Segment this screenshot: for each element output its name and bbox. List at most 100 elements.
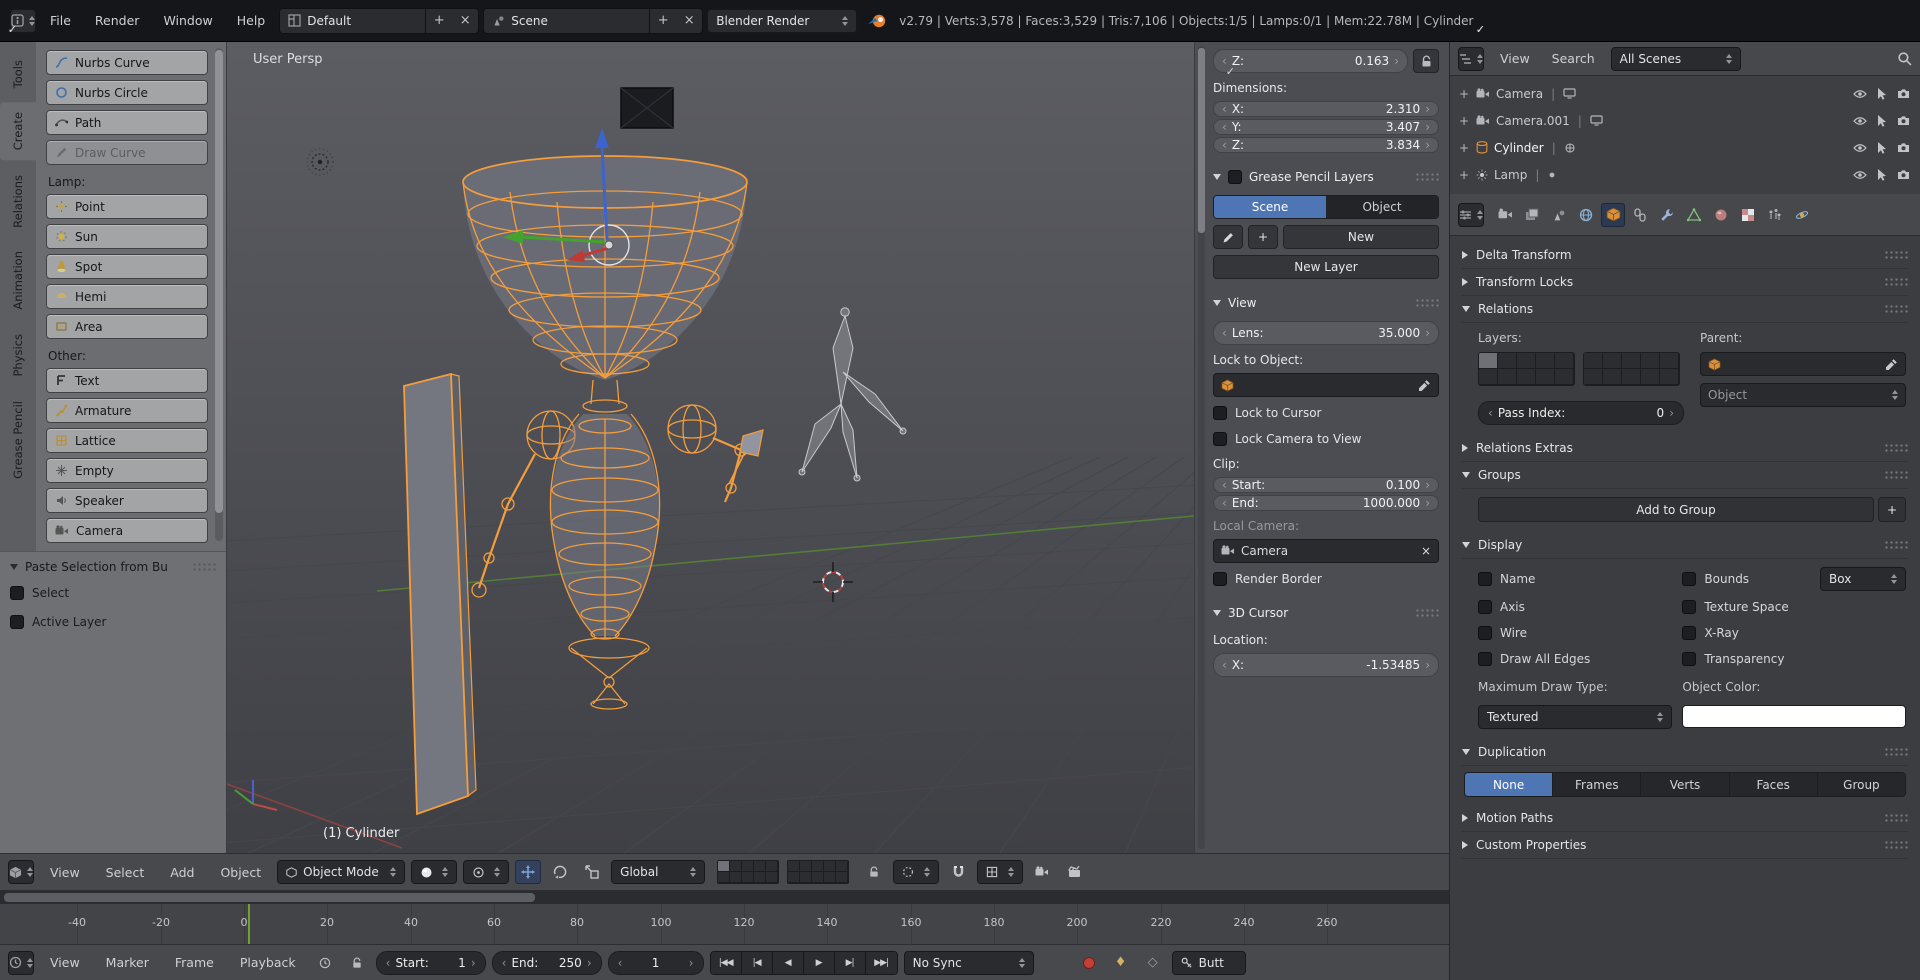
tab-create[interactable]: Create (0, 102, 36, 161)
scale-manipulator-button[interactable] (579, 860, 605, 884)
increment-arrow-icon[interactable]: › (1425, 121, 1430, 133)
lock-time-cursor-button[interactable] (344, 951, 370, 975)
selectability-cursor-icon[interactable] (1877, 168, 1887, 181)
local-camera-field[interactable]: Camera × (1213, 539, 1439, 563)
menu-file[interactable]: File (40, 0, 81, 41)
camera-object[interactable] (620, 87, 674, 129)
rotate-manipulator-button[interactable] (547, 860, 573, 884)
clip-start-field[interactable]: ‹ Start: 0.100 › (1213, 477, 1439, 493)
display-mode-dropdown[interactable]: All Scenes (1610, 46, 1741, 71)
grease-pencil-draw-button[interactable] (1213, 225, 1243, 249)
decrement-arrow-icon[interactable]: ‹ (1222, 659, 1227, 671)
display-panel-header[interactable]: Display (1462, 532, 1908, 559)
tab-world[interactable] (1574, 203, 1598, 227)
relations-extras-panel-header[interactable]: Relations Extras (1462, 435, 1908, 462)
panel-grip-icon[interactable] (192, 562, 216, 572)
panel-grip-icon[interactable] (1415, 172, 1439, 182)
scene-lock-button[interactable] (861, 860, 887, 884)
translate-manipulator-button[interactable] (515, 860, 542, 884)
relations-panel-header[interactable]: Relations (1462, 296, 1908, 323)
opengl-render-button[interactable] (1029, 860, 1055, 884)
add-hemi-lamp-button[interactable]: Hemi (46, 284, 208, 309)
object-name[interactable]: Cylinder (1494, 141, 1544, 155)
start-frame-field[interactable]: ‹ Start: 1 › (375, 950, 486, 975)
menu-view[interactable]: View (40, 854, 90, 890)
select-checkbox[interactable]: ✓ (8, 24, 24, 600)
panel-grip-icon[interactable] (1415, 608, 1439, 618)
duplication-none-button[interactable]: None (1465, 773, 1554, 796)
bounds-type-dropdown[interactable]: Box (1819, 567, 1906, 591)
increment-arrow-icon[interactable]: › (471, 956, 476, 970)
tab-object-data[interactable] (1682, 203, 1706, 227)
location-z-field[interactable]: ‹ Z: 0.163 › (1213, 49, 1408, 73)
scene-field[interactable]: Scene (484, 8, 651, 33)
menu-marker[interactable]: Marker (96, 945, 159, 980)
pivot-dropdown[interactable] (463, 860, 510, 884)
add-lattice-button[interactable]: Lattice (46, 428, 208, 453)
lock-button[interactable] (1413, 49, 1439, 73)
play-reverse-button[interactable]: ◀ (772, 951, 804, 974)
auto-keyframe-button[interactable] (1076, 951, 1102, 975)
tab-texture[interactable] (1736, 203, 1760, 227)
clip-end-field[interactable]: ‹ End: 1000.000 › (1213, 495, 1439, 511)
timeline-editor-selector[interactable] (8, 950, 34, 975)
n-panel-scrollbar[interactable] (1198, 46, 1205, 849)
panel-grip-icon[interactable] (1884, 813, 1908, 823)
decrement-arrow-icon[interactable]: ‹ (1222, 139, 1227, 151)
selectability-cursor-icon[interactable] (1877, 114, 1887, 127)
tab-grease-pencil[interactable]: Grease Pencil (0, 391, 36, 489)
wire-checkbox[interactable]: ✓ (1476, 24, 1492, 640)
add-empty-button[interactable]: Empty (46, 458, 208, 483)
panel-grip-icon[interactable] (1884, 277, 1908, 287)
visibility-eye-icon[interactable] (1853, 168, 1867, 181)
menu-playback[interactable]: Playback (230, 945, 306, 980)
visibility-eye-icon[interactable] (1853, 141, 1867, 154)
tab-scene[interactable]: Scene (1214, 196, 1326, 218)
add-sun-lamp-button[interactable]: Sun (46, 224, 208, 249)
add-nurbs-circle-button[interactable]: Nurbs Circle (46, 80, 208, 105)
texture-space-checkbox[interactable]: ✓ (1682, 600, 1697, 614)
current-frame-indicator[interactable] (248, 904, 250, 944)
view-panel-header[interactable]: View (1213, 291, 1439, 315)
keying-set-insert-button[interactable]: ♦ (1108, 951, 1134, 975)
active-layer-checkbox[interactable]: ✓ (8, 24, 24, 629)
add-new-group-button[interactable]: + (1878, 497, 1906, 522)
pass-index-field[interactable]: ‹ Pass Index: 0 › (1478, 401, 1684, 425)
plane-object[interactable] (403, 372, 477, 816)
increment-arrow-icon[interactable]: › (1425, 497, 1430, 509)
increment-arrow-icon[interactable]: › (587, 956, 592, 970)
snap-element-dropdown[interactable] (977, 860, 1024, 884)
delete-scene-button[interactable]: × (676, 8, 703, 33)
tab-scene[interactable] (1547, 203, 1571, 227)
lock-to-cursor-checkbox[interactable]: ✓ (1213, 406, 1227, 420)
increment-arrow-icon[interactable]: › (1394, 55, 1399, 67)
menu-view[interactable]: View (1494, 42, 1536, 75)
delete-layout-button[interactable]: × (452, 8, 479, 33)
dimension-x-field[interactable]: ‹ X: 2.310 › (1213, 101, 1439, 117)
clear-icon[interactable]: × (1421, 544, 1431, 558)
tab-animation[interactable]: Animation (0, 241, 36, 320)
parent-type-dropdown[interactable]: Object (1700, 383, 1906, 407)
decrement-arrow-icon[interactable]: ‹ (1488, 406, 1493, 420)
add-to-group-button[interactable]: Add to Group (1478, 497, 1874, 522)
expand-icon[interactable]: + (1458, 168, 1470, 182)
dimension-z-field[interactable]: ‹ Z: 3.834 › (1213, 137, 1439, 153)
3d-scene[interactable] (227, 42, 1194, 853)
panel-grip-icon[interactable] (1884, 840, 1908, 850)
outliner-row-camera-001[interactable]: + Camera.001 | (1458, 107, 1916, 134)
visibility-eye-icon[interactable] (1853, 114, 1867, 127)
mode-dropdown[interactable]: Object Mode (277, 860, 406, 884)
increment-arrow-icon[interactable]: › (1425, 659, 1430, 671)
delta-transform-panel-header[interactable]: Delta Transform (1462, 242, 1908, 269)
menu-search[interactable]: Search (1546, 42, 1601, 75)
screen-layout-field[interactable]: Default (280, 8, 427, 33)
selectability-cursor-icon[interactable] (1877, 87, 1887, 100)
properties-editor-selector[interactable] (1458, 202, 1484, 227)
lock-camera-checkbox[interactable]: ✓ (1213, 432, 1227, 446)
transparency-checkbox[interactable]: ✓ (1682, 652, 1697, 666)
parent-field[interactable] (1700, 352, 1906, 376)
use-preview-range-button[interactable] (312, 951, 338, 975)
outliner-editor-selector[interactable] (1458, 46, 1484, 71)
panel-grip-icon[interactable] (1884, 747, 1908, 757)
renderability-camera-icon[interactable] (1897, 168, 1910, 181)
